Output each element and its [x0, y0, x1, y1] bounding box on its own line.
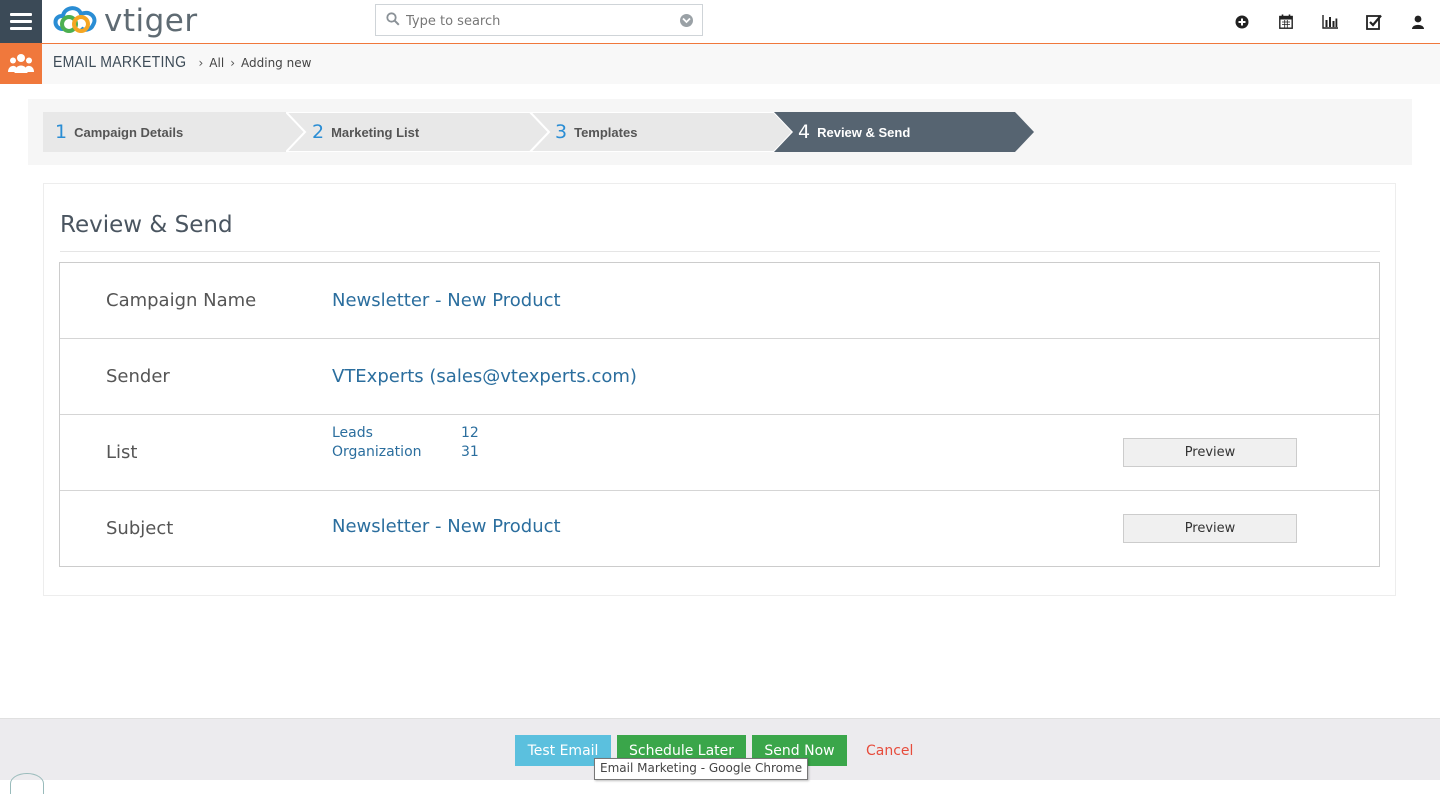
row-list: List Leads 12 Organization 31 Preview: [60, 415, 1379, 491]
step-templates[interactable]: 3 Templates: [530, 112, 795, 152]
breadcrumb-module[interactable]: EMAIL MARKETING: [53, 54, 186, 72]
vtiger-logo[interactable]: vtiger: [51, 3, 198, 39]
step-label: Campaign Details: [74, 124, 184, 140]
row-campaign-name: Campaign Name Newsletter - New Product: [60, 263, 1379, 339]
divider: [60, 251, 1380, 252]
campaign-name-value: Newsletter - New Product: [332, 290, 561, 311]
logo-text: vtiger: [104, 3, 198, 39]
step-campaign-details[interactable]: 1 Campaign Details: [43, 112, 315, 152]
row-label: Campaign Name: [106, 290, 257, 311]
row-label: List: [106, 442, 138, 463]
breadcrumb: EMAIL MARKETING › All › Adding new: [53, 44, 311, 82]
step-label: Marketing List: [331, 124, 420, 140]
step-number: 1: [55, 121, 68, 143]
row-sender: Sender VTExperts (sales@vtexperts.com): [60, 339, 1379, 415]
sender-value: VTExperts (sales@vtexperts.com): [332, 366, 637, 387]
breadcrumb-current: Adding new: [241, 56, 312, 70]
list-count: 12: [461, 425, 479, 441]
row-subject: Subject Newsletter - New Product Preview: [60, 491, 1379, 566]
step-review-send[interactable]: 4 Review & Send: [774, 112, 1038, 152]
list-name[interactable]: Organization: [332, 443, 461, 462]
step-label: Templates: [574, 124, 638, 140]
browser-tooltip: Email Marketing - Google Chrome: [594, 758, 809, 780]
wizard-steps-container: 1 Campaign Details 2 Marketing List 3 Te…: [28, 99, 1412, 165]
row-label: Sender: [106, 366, 170, 387]
step-number: 3: [555, 121, 568, 143]
list-count: 31: [461, 444, 479, 460]
list-name[interactable]: Leads: [332, 424, 461, 443]
list-values: Leads 12 Organization 31: [332, 424, 479, 462]
list-item: Organization 31: [332, 443, 479, 462]
step-marketing-list[interactable]: 2 Marketing List: [286, 112, 552, 152]
top-actions: [1220, 0, 1440, 43]
corner-logo-icon: [10, 773, 44, 794]
step-number: 2: [312, 121, 325, 143]
search-icon: [386, 12, 400, 26]
breadcrumb-all[interactable]: All: [209, 56, 224, 70]
cancel-link[interactable]: Cancel: [866, 735, 914, 766]
search-input[interactable]: [404, 5, 668, 37]
chevron-right-icon: ›: [198, 56, 204, 70]
reports-bar-chart-icon[interactable]: [1308, 0, 1352, 43]
review-card: Review & Send Campaign Name Newsletter -…: [43, 183, 1396, 596]
calendar-icon[interactable]: [1264, 0, 1308, 43]
step-number: 4: [798, 121, 811, 143]
marketing-group-icon[interactable]: [0, 44, 42, 84]
hamburger-menu-icon[interactable]: [0, 0, 42, 43]
row-label: Subject: [106, 518, 174, 539]
tasks-check-icon[interactable]: [1352, 0, 1396, 43]
module-header: EMAIL MARKETING › All › Adding new: [0, 44, 1440, 84]
global-search[interactable]: [375, 4, 703, 37]
chevron-right-icon: ›: [230, 56, 235, 70]
quick-create-plus-icon[interactable]: [1220, 0, 1264, 43]
search-options-chevron-icon[interactable]: [680, 14, 693, 27]
list-preview-button[interactable]: Preview: [1123, 438, 1297, 467]
review-table: Campaign Name Newsletter - New Product S…: [59, 262, 1380, 567]
step-label: Review & Send: [817, 124, 911, 140]
user-profile-icon[interactable]: [1396, 0, 1440, 43]
subject-value: Newsletter - New Product: [332, 516, 561, 537]
top-navbar: vtiger: [0, 0, 1440, 44]
list-item: Leads 12: [332, 424, 479, 443]
page-title: Review & Send: [60, 212, 233, 238]
subject-preview-button[interactable]: Preview: [1123, 514, 1297, 543]
logo-cloud-icon: [53, 6, 97, 33]
